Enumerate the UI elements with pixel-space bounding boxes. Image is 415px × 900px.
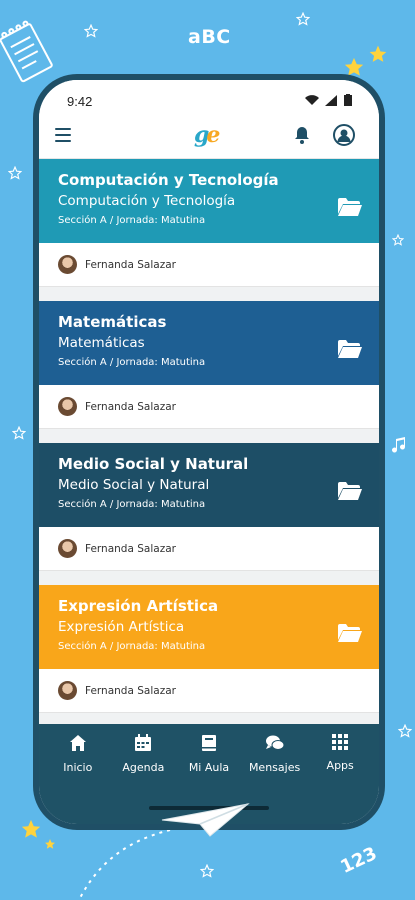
course-title: Matemáticas [58,313,167,331]
course-subtitle: Expresión Artística [58,619,185,635]
star-outline-icon [84,24,98,38]
nav-item-agenda[interactable]: Agenda [111,734,175,774]
course-header[interactable]: Matemáticas Matemáticas Sección A / Jornad… [39,301,379,385]
status-time: 9:42 [67,94,93,109]
app-screen: 9:42 ge Computación y Tecnología Computac… [39,80,379,824]
course-title: Computación y Tecnología [58,171,279,189]
star-outline-icon [398,724,412,738]
course-teacher-row[interactable]: Fernanda Salazar [39,669,379,713]
star-outline-icon [392,234,404,246]
course-section: Sección A / Jornada: Matutina [58,499,206,510]
chat-icon [265,734,285,756]
signal-icon [325,94,337,106]
course-list: Computación y Tecnología Computación y Te… [39,159,379,724]
battery-icon [344,94,352,106]
status-bar: 9:42 [39,80,379,114]
course-card[interactable]: Medio Social y Natural Medio Social y Nat… [39,443,379,571]
course-card[interactable]: Matemáticas Matemáticas Sección A / Jornad… [39,301,379,429]
star-outline-icon [8,166,22,180]
book-icon [201,734,217,756]
logo-letter-e: e [206,122,221,148]
star-icon [45,839,55,849]
menu-icon[interactable] [55,128,71,146]
app-logo: ge [194,122,220,148]
phone-frame: 9:42 ge Computación y Tecnología Computac… [33,74,385,830]
home-icon [69,734,87,756]
course-section: Sección A / Jornada: Matutina [58,215,206,226]
nav-item-label: Apps [326,759,354,772]
teacher-name: Fernanda Salazar [85,258,176,271]
decor-123-text: 123 [337,843,381,878]
wifi-icon [305,94,319,105]
course-subtitle: Medio Social y Natural [58,477,210,493]
app-bar: ge [39,114,379,159]
paper-plane-icon [161,803,250,837]
nav-item-inicio[interactable]: Inicio [46,734,110,774]
calendar-icon [134,734,152,756]
teacher-name: Fernanda Salazar [85,684,176,697]
star-outline-icon [200,864,214,878]
grid-icon [332,734,349,754]
course-teacher-row[interactable]: Fernanda Salazar [39,527,379,571]
course-card[interactable]: Expresión Artística Expresión Artística Se… [39,585,379,713]
teacher-avatar [58,681,77,700]
nav-item-mensajes[interactable]: Mensajes [243,734,307,774]
course-header[interactable]: Medio Social y Natural Medio Social y Nat… [39,443,379,527]
decor-abc-text: aBC [188,26,231,48]
teacher-avatar [58,255,77,274]
star-outline-icon [296,12,310,26]
course-header[interactable]: Computación y Tecnología Computación y Te… [39,159,379,243]
folder-icon[interactable] [337,481,363,505]
nav-item-label: Inicio [63,761,93,774]
star-outline-icon [12,426,26,440]
nav-item-label: Mi Aula [188,761,230,774]
folder-icon[interactable] [337,339,363,363]
teacher-avatar [58,397,77,416]
folder-icon[interactable] [337,197,363,221]
course-subtitle: Matemáticas [58,335,145,351]
teacher-name: Fernanda Salazar [85,400,176,413]
profile-avatar-icon[interactable] [333,124,355,146]
course-teacher-row[interactable]: Fernanda Salazar [39,243,379,287]
star-icon [369,45,387,62]
teacher-name: Fernanda Salazar [85,542,176,555]
folder-icon[interactable] [337,623,363,647]
nav-item-apps[interactable]: Apps [308,734,372,774]
course-header[interactable]: Expresión Artística Expresión Artística Se… [39,585,379,669]
nav-item-label: Agenda [122,761,165,774]
course-card[interactable]: Computación y Tecnología Computación y Te… [39,159,379,287]
nav-item-label: Mensajes [248,761,301,774]
notification-bell-icon[interactable] [294,126,310,144]
course-section: Sección A / Jornada: Matutina [58,641,206,652]
system-icons [305,94,353,106]
course-title: Expresión Artística [58,597,219,615]
music-note-icon [392,437,405,453]
course-title: Medio Social y Natural [58,455,249,473]
course-section: Sección A / Jornada: Matutina [58,357,206,368]
teacher-avatar [58,539,77,558]
nav-item-mi-aula[interactable]: Mi Aula [177,734,241,774]
course-teacher-row[interactable]: Fernanda Salazar [39,385,379,429]
course-subtitle: Computación y Tecnología [58,193,236,209]
